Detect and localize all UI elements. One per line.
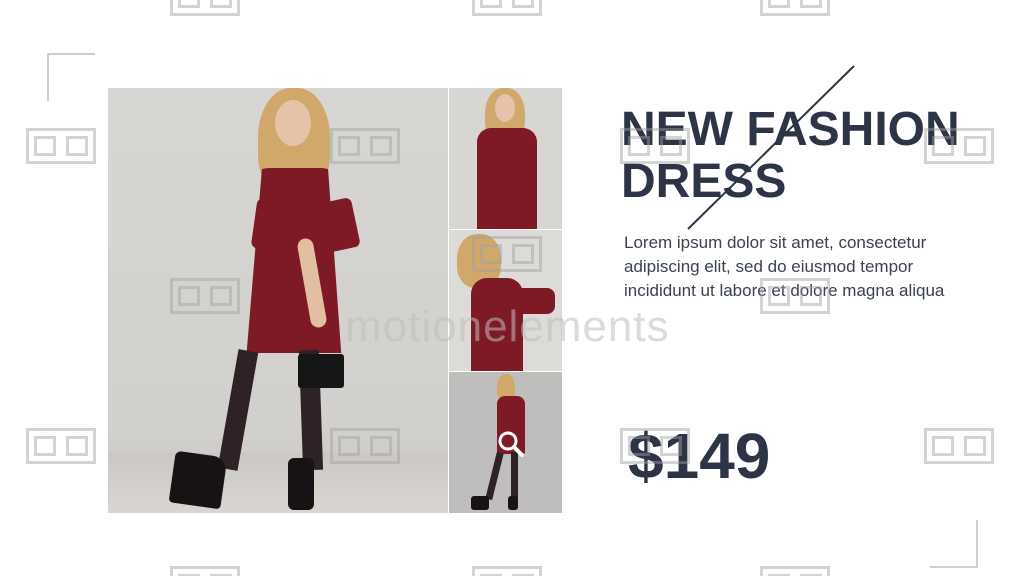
thumbnail-1[interactable] (449, 88, 562, 229)
watermark-logo (924, 428, 994, 464)
watermark-logo (760, 278, 830, 314)
watermark-logo (472, 236, 542, 272)
model-sleeve-left (250, 197, 292, 253)
watermark-logo (170, 566, 240, 576)
watermark-logo (620, 428, 690, 464)
corner-frame-bottom-right (930, 520, 978, 568)
slide: NEW FASHION DRESS Lorem ipsum dolor sit … (0, 0, 1024, 576)
watermark-logo (26, 428, 96, 464)
model-boot-left (168, 450, 228, 510)
corner-frame-top-left (47, 53, 95, 101)
watermark-logo (472, 0, 542, 16)
magnifier-icon[interactable] (497, 430, 525, 458)
thumb-model-boot (508, 496, 518, 510)
watermark-logo (620, 128, 690, 164)
watermark-logo (26, 128, 96, 164)
watermark-logo (330, 128, 400, 164)
watermark-text: motionelements (345, 302, 670, 351)
watermark-logo (170, 278, 240, 314)
watermark-logo (472, 566, 542, 576)
watermark-logo (924, 128, 994, 164)
thumb-model-face (495, 94, 515, 122)
model-face (275, 100, 311, 146)
watermark-logo (760, 0, 830, 16)
thumb-model-leg (485, 451, 504, 501)
handbag (298, 354, 344, 388)
thumb-model-boot (471, 496, 489, 510)
model-dress (246, 168, 342, 353)
watermark-logo (330, 428, 400, 464)
watermark-logo (760, 566, 830, 576)
model-boot-right (288, 458, 314, 510)
watermark-logo (170, 0, 240, 16)
thumb-model-dress (477, 128, 537, 229)
thumb-model-leg (511, 452, 518, 500)
